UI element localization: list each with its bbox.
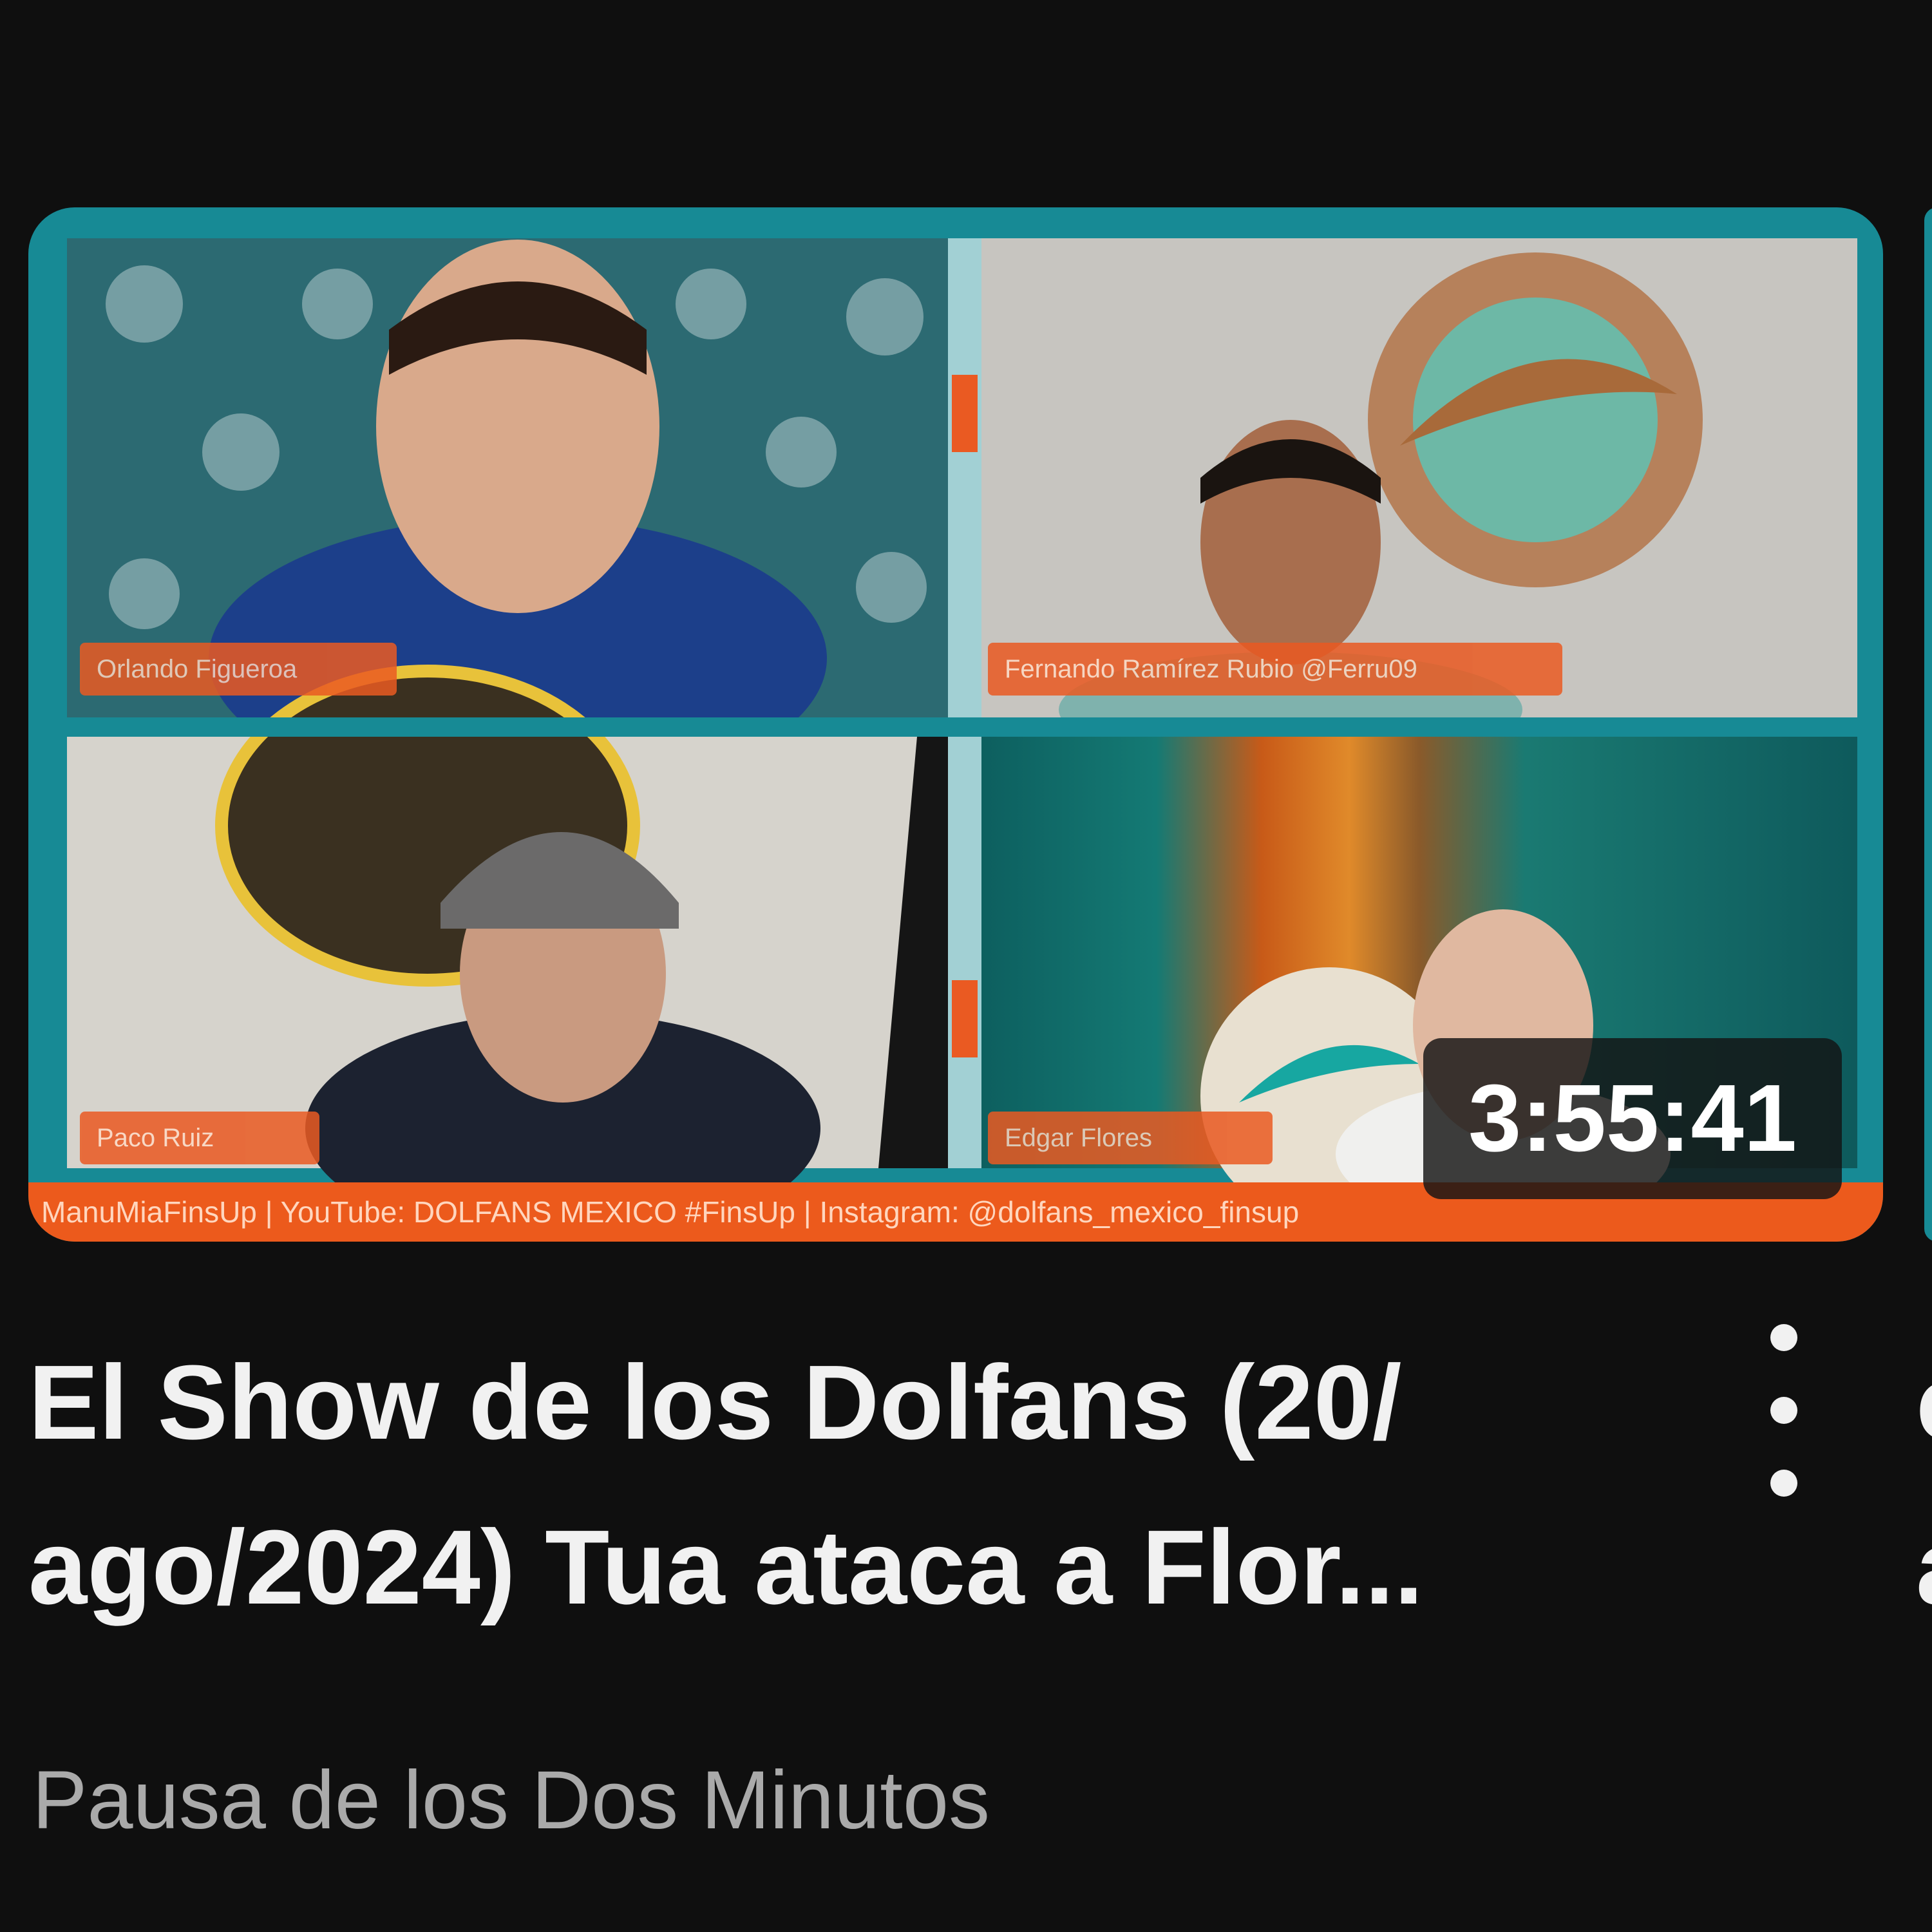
menu-dot [1770, 1470, 1797, 1497]
participant-label: Edgar Flores [988, 1112, 1273, 1164]
duration-badge: 3:55:41 [1423, 1038, 1842, 1199]
video-title[interactable]: El Show de los Dolfans (20/ ago/2024) Tu… [28, 1320, 1625, 1650]
next-video-thumbnail[interactable] [1924, 207, 1932, 1242]
next-video-title[interactable]: c a [1916, 1320, 1932, 1650]
video-card[interactable]: Orlando Figueroa Fernando Ramírez Rubio … [0, 0, 1932, 1932]
participant-label: Orlando Figueroa [80, 643, 397, 696]
more-vert-icon[interactable] [1739, 1314, 1829, 1507]
participant-label: Paco Ruiz [80, 1112, 319, 1164]
participant-label: Fernando Ramírez Rubio @Ferru09 [988, 643, 1562, 696]
menu-dot [1770, 1397, 1797, 1424]
menu-dot [1770, 1324, 1797, 1351]
channel-name[interactable]: Pausa de los Dos Minutos [32, 1749, 990, 1852]
